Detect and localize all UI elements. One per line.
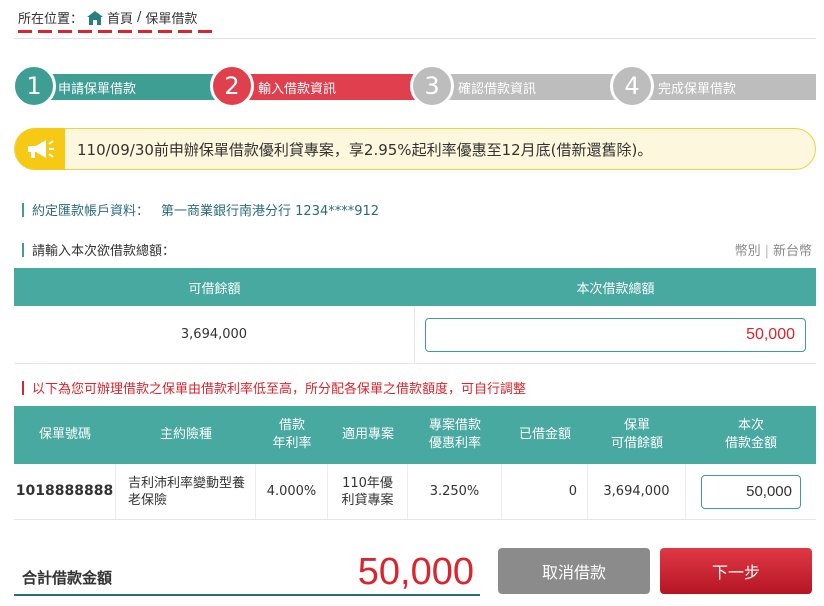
home-icon[interactable] bbox=[87, 10, 104, 25]
step-3: 確認借款資訊 bbox=[424, 74, 624, 100]
step-2-number: 2 bbox=[210, 64, 254, 108]
breadcrumb-separator: / bbox=[137, 10, 142, 25]
next-step-button[interactable]: 下一步 bbox=[660, 548, 812, 594]
header-policy-no: 保單號碼 bbox=[38, 427, 91, 442]
account-label: 約定匯款帳戶資料： bbox=[32, 204, 150, 219]
step-4-number: 4 bbox=[610, 64, 654, 108]
policy-product: 吉利沛利率變動型養老保險 bbox=[116, 464, 256, 519]
policy-project: 110年優利貸專案 bbox=[328, 464, 408, 519]
account-info: 約定匯款帳戶資料： 第一商業銀行南港分行 1234****912 bbox=[22, 200, 379, 219]
table-row: 1018888888 吉利沛利率變動型養老保險 4.000% 110年優利貸專案… bbox=[14, 464, 816, 520]
allocation-note-text: 以下為您可辦理借款之保單由借款利率低至高，所分配各保單之借款額度，可自行調整 bbox=[32, 382, 527, 397]
promo-banner: 110/09/30前申辦保單借款優利貸專案，享2.95%起利率優惠至12月底(借… bbox=[14, 128, 816, 170]
policy-promo-rate: 3.250% bbox=[408, 464, 502, 519]
total-value: 50,000 bbox=[357, 551, 474, 593]
megaphone-icon bbox=[15, 128, 65, 170]
header-project: 適用專案 bbox=[341, 427, 394, 442]
breadcrumb-current: 保單借款 bbox=[145, 12, 198, 27]
breadcrumb-underline bbox=[18, 30, 216, 33]
amount-label: 請輸入本次欲借款總額： bbox=[32, 244, 176, 259]
total-label: 合計借款金額 bbox=[22, 569, 113, 587]
header-product: 主約險種 bbox=[159, 427, 212, 442]
breadcrumb-prefix: 所在位置： bbox=[18, 12, 84, 27]
policy-rate: 4.000% bbox=[256, 464, 328, 519]
breadcrumb-home-link[interactable]: 首頁 bbox=[107, 8, 133, 27]
currency-value: 新台幣 bbox=[772, 244, 812, 259]
promo-text: 110/09/30前申辦保單借款優利貸專案，享2.95%起利率優惠至12月底(借… bbox=[77, 140, 653, 159]
currency-separator: | bbox=[764, 244, 769, 259]
cancel-loan-button[interactable]: 取消借款 bbox=[498, 548, 650, 594]
progress-steps: 申請保單借款 輸入借款資訊 確認借款資訊 完成保單借款 1 2 3 4 bbox=[12, 64, 816, 108]
policy-table-header: 保單號碼 主約險種 借款 年利率 適用專案 專案借款 優惠利率 已借金額 保單 … bbox=[14, 406, 816, 464]
header-available: 可借餘額 bbox=[188, 281, 241, 297]
allocation-note: 以下為您可辦理借款之保單由借款利率低至高，所分配各保單之借款額度，可自行調整 bbox=[22, 378, 526, 397]
policy-available: 3,694,000 bbox=[588, 464, 686, 519]
header-policy-available: 保單 可借餘額 bbox=[610, 418, 663, 451]
step-1-number: 1 bbox=[12, 64, 56, 108]
step-3-label: 確認借款資訊 bbox=[458, 81, 537, 97]
breadcrumb: 所在位置： 首頁 / 保單借款 bbox=[18, 8, 197, 27]
currency-info: 幣別 | 新台幣 bbox=[735, 240, 812, 259]
step-2-label: 輸入借款資訊 bbox=[258, 81, 337, 97]
divider bbox=[14, 38, 816, 39]
header-loan-amount: 本次 借款金額 bbox=[724, 418, 777, 451]
step-1-label: 申請保單借款 bbox=[58, 81, 137, 97]
header-promo-rate: 專案借款 優惠利率 bbox=[428, 418, 481, 451]
step-3-number: 3 bbox=[410, 64, 454, 108]
account-value: 第一商業銀行南港分行 1234****912 bbox=[161, 204, 380, 219]
total-summary: 合計借款金額 50,000 bbox=[14, 548, 480, 596]
amount-section-label: 請輸入本次欲借款總額： bbox=[22, 240, 175, 259]
total-amount-input[interactable] bbox=[425, 317, 806, 352]
policy-borrowed: 0 bbox=[502, 464, 588, 519]
policy-number: 1018888888 bbox=[14, 464, 116, 519]
policy-loan-amount-input[interactable] bbox=[701, 474, 801, 509]
step-2: 輸入借款資訊 bbox=[224, 74, 424, 100]
summary-table-row: 3,694,000 bbox=[14, 306, 816, 364]
step-4-label: 完成保單借款 bbox=[658, 81, 737, 97]
header-borrowed: 已借金額 bbox=[518, 427, 571, 442]
summary-table-header: 可借餘額 本次借款總額 bbox=[14, 268, 816, 306]
currency-label: 幣別 bbox=[734, 244, 761, 259]
header-rate: 借款 年利率 bbox=[272, 418, 312, 451]
header-total-amount: 本次借款總額 bbox=[576, 281, 655, 297]
available-amount: 3,694,000 bbox=[14, 306, 415, 363]
